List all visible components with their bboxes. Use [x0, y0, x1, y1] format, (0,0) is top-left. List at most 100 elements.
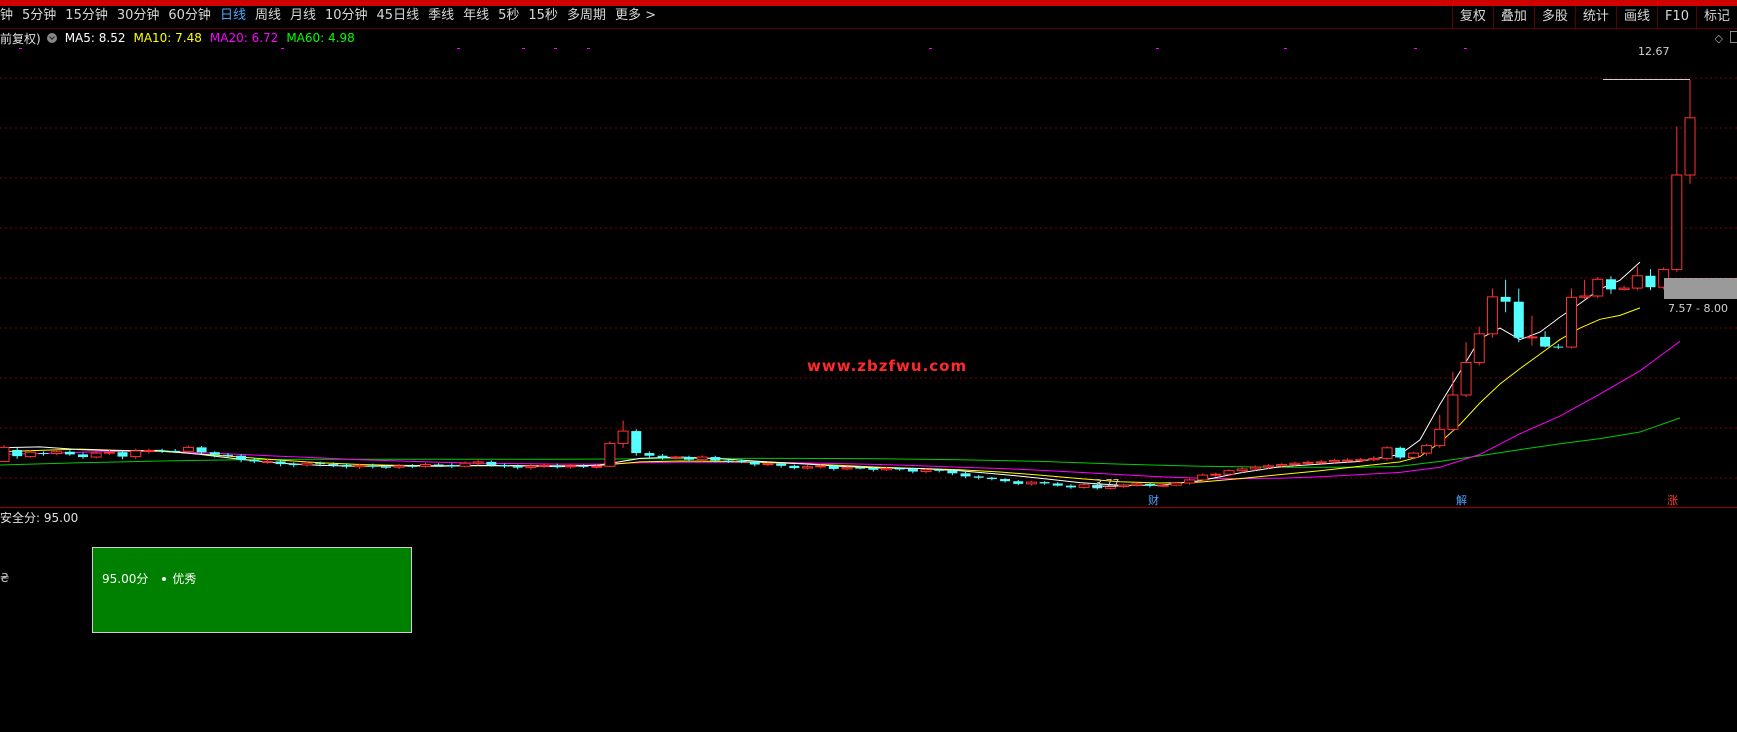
- candle-body: [1553, 346, 1564, 348]
- candle-body: [604, 442, 616, 467]
- toolbar-button[interactable]: 统计: [1574, 6, 1616, 28]
- candle-body: [367, 465, 378, 467]
- candle-body: [420, 464, 431, 467]
- candle-body: [170, 450, 181, 452]
- period-tab[interactable]: 5分钟: [22, 8, 56, 24]
- period-tab[interactable]: 多周期: [567, 8, 606, 24]
- candle-body: [222, 454, 233, 456]
- candle-body: [894, 468, 905, 470]
- period-tab[interactable]: 日线: [220, 8, 246, 24]
- candle-body: [1276, 464, 1288, 467]
- candle-body: [446, 464, 457, 467]
- signal-dot: [457, 48, 460, 49]
- candle-body: [1144, 483, 1155, 486]
- candle-body: [1605, 279, 1616, 290]
- candle-body: [1170, 482, 1182, 486]
- ma5-label: MA5: 8.52: [64, 31, 126, 45]
- candle-body: [78, 454, 89, 458]
- period-tab[interactable]: 季线: [428, 8, 454, 24]
- period-tab[interactable]: 10分钟: [325, 8, 368, 24]
- signal-dot: [19, 48, 22, 49]
- candle-body: [1592, 278, 1604, 297]
- period-tab[interactable]: 钟: [0, 8, 13, 24]
- candle-body: [1328, 460, 1340, 463]
- candle-body: [459, 462, 471, 467]
- candle-body: [762, 463, 774, 466]
- candle-body: [591, 465, 603, 468]
- candle-body: [1183, 479, 1195, 484]
- candle-body: [670, 456, 682, 459]
- candle-body: [1236, 468, 1248, 472]
- candle-body: [130, 450, 142, 458]
- indicator-title: 安全分: 95.00: [0, 511, 79, 525]
- event-marker[interactable]: 解: [1456, 492, 1467, 508]
- candle-body: [486, 461, 497, 465]
- period-tab[interactable]: 5秒: [498, 8, 519, 24]
- high-price-label: 12.67: [1638, 45, 1670, 58]
- candle-body: [117, 452, 128, 457]
- candle-body: [644, 453, 655, 456]
- event-marker[interactable]: 财: [1148, 492, 1159, 508]
- period-tab[interactable]: 60分钟: [168, 8, 211, 24]
- candle-body: [1013, 481, 1024, 484]
- candle-body: [1381, 447, 1393, 459]
- toolbar-button[interactable]: 画线: [1615, 6, 1657, 28]
- toolbar-button[interactable]: 标记: [1695, 6, 1737, 28]
- toolbar-button[interactable]: 叠加: [1492, 6, 1534, 28]
- dropdown-circle-icon[interactable]: [46, 33, 57, 43]
- toolbar-button[interactable]: 多股: [1533, 6, 1575, 28]
- candle-body: [1223, 470, 1235, 475]
- candle-body: [1447, 394, 1459, 430]
- period-tab[interactable]: 更多 >: [615, 8, 656, 24]
- signal-dot: [281, 48, 284, 49]
- price-range-box: [1664, 278, 1737, 299]
- candle-body: [1473, 333, 1485, 363]
- event-marker[interactable]: 涨: [1667, 492, 1678, 508]
- candlestick-chart[interactable]: [0, 48, 1737, 507]
- diamond-icon[interactable]: ◇: [1715, 32, 1723, 45]
- candle-body: [736, 461, 747, 462]
- candle-body: [881, 467, 893, 471]
- candle-body: [51, 451, 63, 455]
- candle-body: [157, 450, 168, 452]
- candle-body: [776, 463, 787, 466]
- candle-body: [960, 473, 971, 477]
- period-tab[interactable]: 周线: [255, 8, 281, 24]
- candle-body: [1355, 459, 1367, 462]
- candle-body: [249, 459, 260, 462]
- toolbar-button[interactable]: 复权: [1451, 6, 1493, 28]
- period-tab[interactable]: 45日线: [377, 8, 420, 24]
- ma10-label: MA10: 7.48: [133, 31, 202, 45]
- candle-body: [1342, 459, 1354, 462]
- period-tab[interactable]: 30分钟: [117, 8, 160, 24]
- period-tab[interactable]: 月线: [290, 8, 316, 24]
- toolbar-button[interactable]: F10: [1656, 6, 1696, 28]
- period-tabs: 钟 5分钟 15分钟 30分钟 60分钟 日线 周线 月线 10分钟 45日线 季线 年线 5秒 15秒多…: [0, 8, 665, 24]
- candle-body: [986, 477, 997, 480]
- period-tab[interactable]: 15秒: [528, 8, 558, 24]
- score-rating: 优秀: [172, 572, 197, 586]
- candle-body: [828, 465, 839, 469]
- candle-body: [657, 455, 668, 458]
- adjust-label[interactable]: 前复权): [0, 30, 41, 47]
- candle-body: [749, 461, 760, 465]
- period-tab[interactable]: 年线: [463, 8, 489, 24]
- candle-body: [315, 463, 326, 465]
- candle-body: [538, 464, 550, 467]
- candle-body: [1631, 275, 1643, 289]
- period-tab[interactable]: 15分钟: [65, 8, 108, 24]
- signal-dot: [1156, 48, 1159, 49]
- candle-body: [1210, 473, 1222, 476]
- candle-body: [723, 460, 734, 462]
- candle-body: [196, 447, 207, 453]
- candle-body: [24, 451, 36, 458]
- candle-body: [1645, 275, 1656, 288]
- candle-body: [1671, 174, 1683, 271]
- ma60-label: MA60: 4.98: [286, 31, 355, 45]
- candle-body: [920, 469, 932, 473]
- candle-body: [789, 465, 800, 469]
- low-price-label: 3.77: [1095, 477, 1120, 490]
- score-panel: 95.00分 优秀: [92, 547, 412, 633]
- signal-dot: [1464, 48, 1467, 49]
- panel-edge-icon[interactable]: [1730, 31, 1737, 43]
